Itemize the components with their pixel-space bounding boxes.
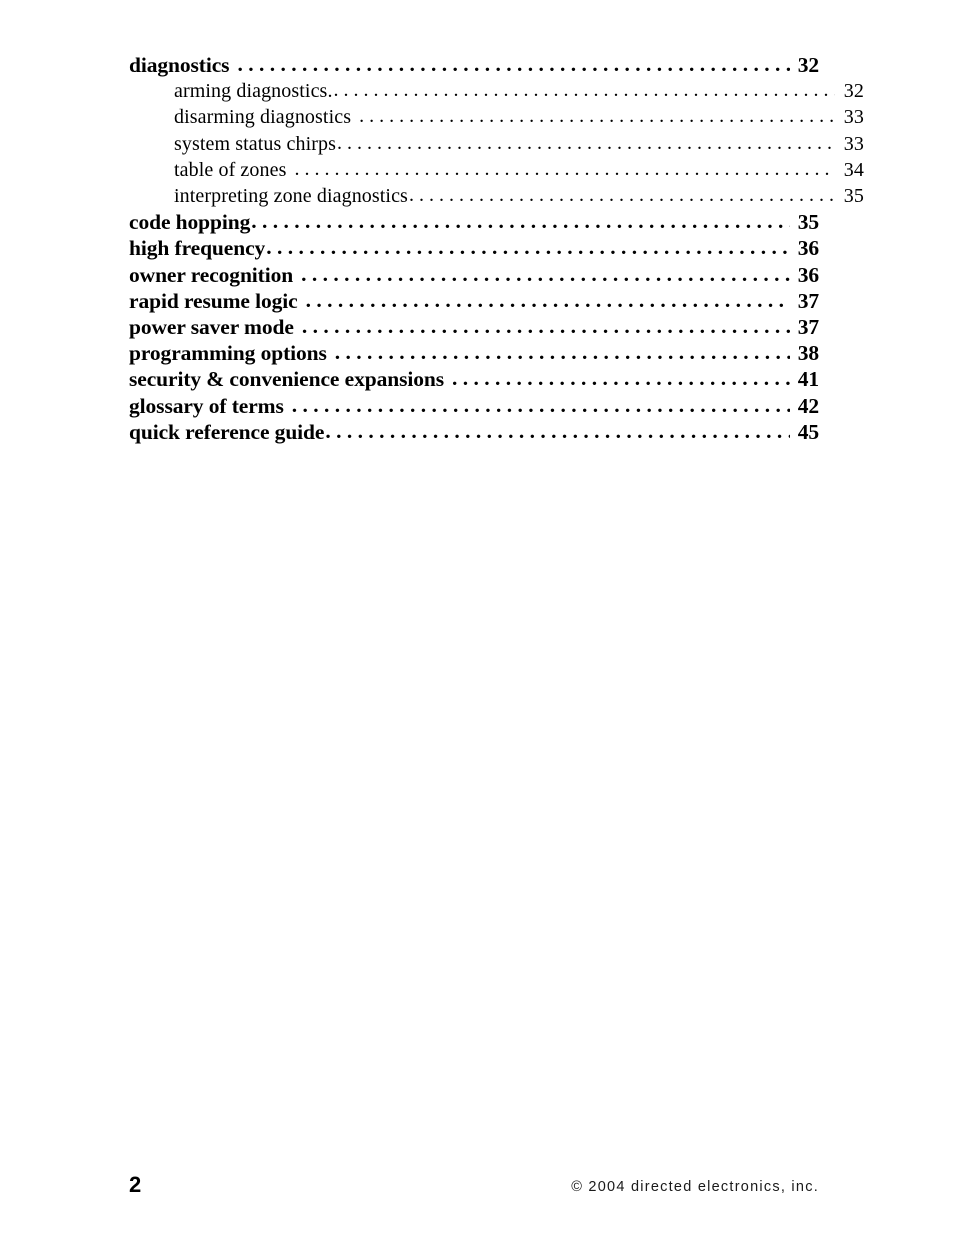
toc-entry[interactable]: quick reference guide 45 [129,419,819,445]
dot-leader [306,287,790,313]
toc-entry[interactable]: arming diagnostics. 32 [129,78,864,104]
toc-entry-title: diagnostics [129,53,230,77]
toc-entry-page-number: 42 [797,393,819,418]
dot-leader [251,208,790,234]
toc-entry[interactable]: system status chirps 33 [129,131,864,157]
dot-leader [409,182,835,208]
toc-entry-page-number: 37 [797,315,819,340]
toc-entry-title: disarming diagnostics [174,106,352,129]
toc-entry-page-number: 33 [843,132,864,155]
dot-leader [337,130,835,156]
toc-entry[interactable]: rapid resume logic 37 [129,288,819,314]
dot-leader [294,156,835,182]
table-of-contents: diagnostics32arming diagnostics.32disarm… [129,52,864,445]
toc-entry-title: code hopping [129,210,251,235]
toc-entry-title: rapid resume logic [129,288,298,313]
page-footer: 2 © 2004 directed electronics, inc. [129,1172,819,1202]
toc-entry-title: system status chirps [174,132,336,155]
toc-entry-title: glossary of terms [129,393,284,418]
toc-entry[interactable]: disarming diagnostics 33 [129,104,864,130]
toc-entry[interactable]: table of zones 34 [129,157,864,183]
toc-entry-title: table of zones [174,158,287,181]
toc-entry-title: owner recognition [129,262,294,287]
dot-leader [359,103,835,129]
dot-leader [301,261,790,287]
dot-leader [292,392,790,418]
toc-entry-title: power saver mode [129,315,294,340]
toc-entry-page-number: 32 [797,53,819,77]
toc-entry-title: high frequency [129,236,266,261]
dot-leader [237,51,790,77]
toc-entry-page-number: 38 [797,341,819,366]
dot-leader [325,418,790,444]
dot-leader [302,313,790,339]
footer-page-number: 2 [129,1172,142,1197]
toc-entry-title: programming options [129,341,327,366]
toc-entry-page-number: 36 [797,262,819,287]
toc-entry-title: security & convenience expansions [129,367,445,392]
document-page: diagnostics32arming diagnostics.32disarm… [0,0,954,1235]
toc-entry-page-number: 37 [797,288,819,313]
toc-entry-title: quick reference guide [129,419,325,444]
toc-entry-title: arming diagnostics. [174,80,333,103]
dot-leader [334,77,835,103]
toc-entry[interactable]: interpreting zone diagnostics 35 [129,183,864,209]
toc-entry-page-number: 35 [797,210,819,235]
toc-entry[interactable]: code hopping 35 [129,209,819,235]
toc-entry-page-number: 33 [843,106,864,129]
toc-entry-page-number: 36 [797,236,819,261]
toc-entry[interactable]: glossary of terms 42 [129,393,819,419]
toc-entry[interactable]: diagnostics 32 [129,52,819,78]
toc-entry-page-number: 45 [797,419,819,444]
toc-entry-page-number: 41 [797,367,819,392]
toc-entry[interactable]: high frequency 36 [129,235,819,261]
footer-copyright-notice: © 2004 directed electronics, inc. [571,1179,819,1195]
dot-leader [335,339,790,365]
toc-entry-page-number: 35 [843,185,864,208]
toc-entry[interactable]: owner recognition 36 [129,262,819,288]
toc-entry[interactable]: power saver mode 37 [129,314,819,340]
toc-entry[interactable]: security & convenience expansions 41 [129,366,819,392]
toc-entry-page-number: 34 [843,158,864,181]
toc-entry-page-number: 32 [843,80,864,103]
toc-entry[interactable]: programming options 38 [129,340,819,366]
toc-entry-title: interpreting zone diagnostics [174,185,408,208]
dot-leader [266,234,790,260]
dot-leader [452,365,790,391]
